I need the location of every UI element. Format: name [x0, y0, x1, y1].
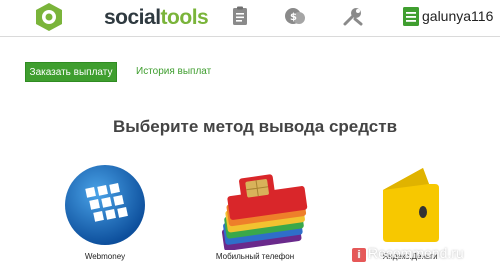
coins-icon[interactable]: $: [284, 5, 306, 27]
watermark-badge: i: [352, 248, 366, 262]
top-bar: socialtools $ galunya116: [0, 0, 500, 37]
page-title: Выберите метод вывода средств: [112, 117, 398, 136]
sim-cards-icon: [221, 174, 308, 250]
svg-text:$: $: [290, 12, 297, 23]
clipboard-icon[interactable]: [229, 5, 251, 27]
order-payout-button[interactable]: Заказать выплату: [25, 62, 117, 82]
logo-hexagon-icon: [36, 3, 62, 31]
payout-history-link[interactable]: История выплат: [136, 66, 211, 77]
document-icon[interactable]: [400, 5, 422, 27]
webmoney-globe-icon: [65, 165, 145, 245]
username[interactable]: galunya116: [422, 8, 493, 24]
logo-text-suffix: tools: [160, 6, 209, 29]
watermark-text: Recommend.ru: [368, 245, 464, 261]
tools-icon[interactable]: [342, 5, 364, 27]
method-mobile-phone[interactable]: Мобильный телефон: [190, 160, 320, 270]
logo-text-prefix: social: [104, 6, 161, 29]
yandex-wallet-icon: [383, 168, 439, 242]
logo-text: socialtools: [104, 6, 209, 30]
method-label-webmoney: Webmoney: [84, 252, 126, 261]
socialtools-logo[interactable]: socialtools: [34, 2, 209, 32]
method-label-mobile-phone: Мобильный телефон: [215, 252, 295, 261]
method-webmoney[interactable]: Webmoney: [40, 160, 170, 270]
watermark: i Recommend.ru: [352, 245, 464, 262]
